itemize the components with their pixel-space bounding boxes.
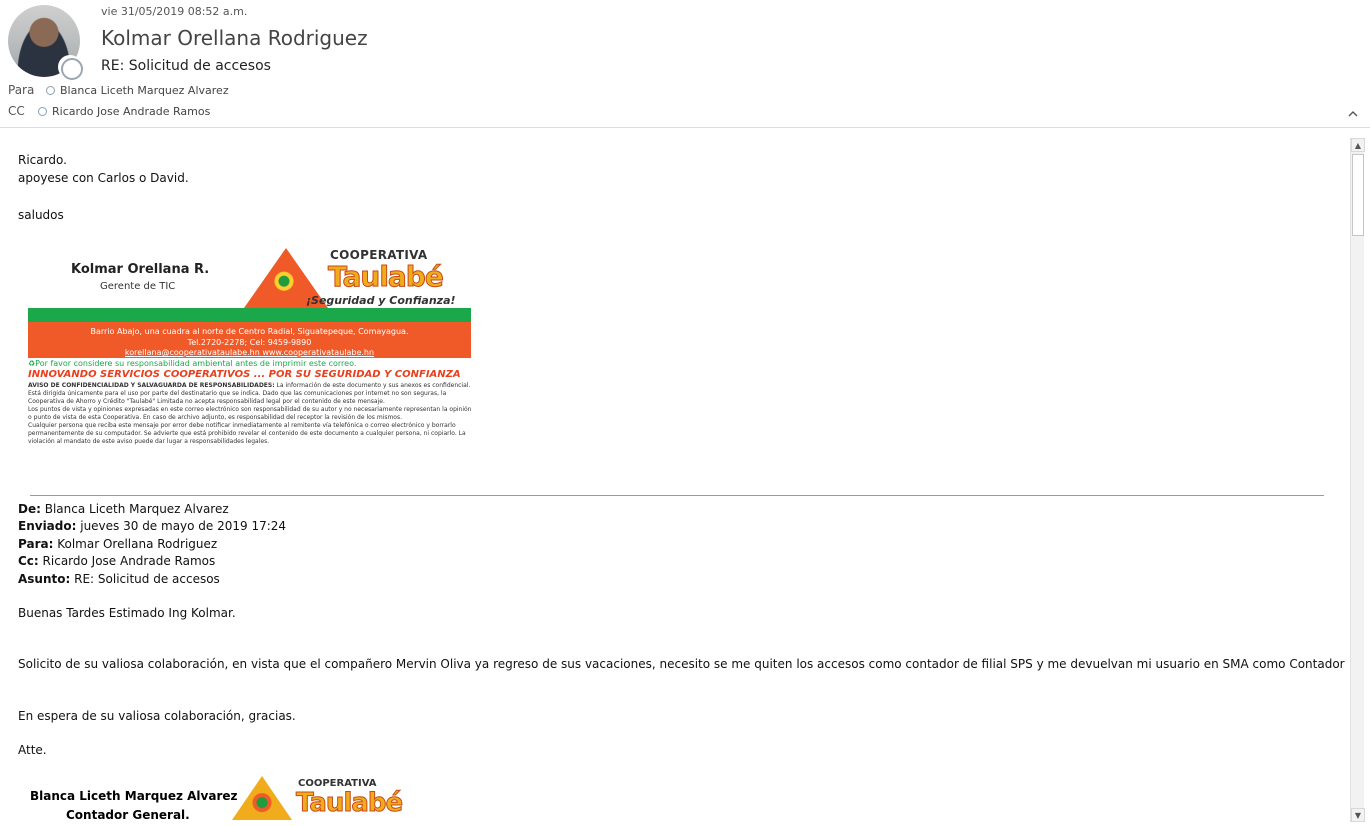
quoted-closing: En espera de su valiosa colaboración, gr… [18,709,296,723]
quoted-sent-label: Enviado: [18,519,77,533]
quoted-cc: Cc: Ricardo Jose Andrade Ramos [18,554,215,568]
cooperative-emblem-icon [250,793,274,817]
quoted-to: Para: Kolmar Orellana Rodriguez [18,537,217,551]
brand-slogan: ¡Seguridad y Confianza! [306,294,456,307]
message-header: vie 31/05/2019 08:52 a.m. Kolmar Orellan… [0,0,1370,128]
quoted-atte: Atte. [18,743,47,757]
signature-role: Gerente de TIC [100,281,176,292]
quoted-from: De: Blanca Liceth Marquez Alvarez [18,502,229,516]
quoted-subject: Asunto: RE: Solicitud de accesos [18,572,220,586]
message-subject: RE: Solicitud de accesos [101,58,271,74]
scroll-down-arrow-icon[interactable]: ▼ [1351,808,1365,822]
legal-notice: AVISO DE CONFIDENCIALIDAD Y SALVAGUARDA … [28,382,472,446]
signature-name: Kolmar Orellana R. [71,262,210,277]
scroll-thumb[interactable] [1352,154,1364,236]
quoted-from-label: De: [18,502,41,516]
vertical-scrollbar[interactable]: ▲ ▼ [1350,138,1365,822]
quoted-subject-value: RE: Solicitud de accesos [74,572,220,586]
quoted-from-value: Blanca Liceth Marquez Alvarez [44,502,229,516]
cc-label: CC [8,104,25,118]
quoted-to-label: Para: [18,537,54,551]
environment-note: ♻Por favor considere su responsabilidad … [28,359,356,368]
body-line: Ricardo. [18,153,67,167]
cc-recipient[interactable]: Ricardo Jose Andrade Ramos [52,105,210,118]
green-band [28,308,471,322]
body-line: saludos [18,208,64,222]
brand-name: Taulabé [328,260,445,294]
quoted-to-value: Kolmar Orellana Rodriguez [57,537,218,551]
quoted-subject-label: Asunto: [18,572,71,586]
orange-band: Barrio Abajo, una cuadra al norte de Cen… [28,322,471,358]
cooperative-emblem-icon [270,270,298,298]
quoted-body: Solicito de su valiosa colaboración, en … [18,657,1346,671]
scroll-up-arrow-icon[interactable]: ▲ [1351,138,1365,152]
signature-phones: Tel.2720-2278; Cel: 9459-9890 [187,338,312,347]
recipient-presence-icon [38,106,47,116]
to-label: Para [8,83,35,97]
message-body: Ricardo. apoyese con Carlos o David. sal… [0,138,1346,826]
collapse-header-chevron-up-icon[interactable] [1346,108,1360,122]
legal-title: AVISO DE CONFIDENCIALIDAD Y SALVAGUARDA … [28,382,275,389]
quoted-cc-value: Ricardo Jose Andrade Ramos [42,554,216,568]
quoted-cc-label: Cc: [18,554,39,568]
cc-row: CC Ricardo Jose Andrade Ramos [8,104,210,118]
quoted-sent: Enviado: jueves 30 de mayo de 2019 17:24 [18,519,286,533]
signature-address: Barrio Abajo, una cuadra al norte de Cen… [90,327,409,336]
signature-card: Kolmar Orellana R. Gerente de TIC COOPER… [28,242,472,474]
quoted-sent-value: jueves 30 de mayo de 2019 17:24 [80,519,287,533]
sender-name[interactable]: Kolmar Orellana Rodriguez [101,26,368,50]
body-line: apoyese con Carlos o David. [18,171,189,185]
to-row: Para Blanca Liceth Marquez Alvarez [8,83,229,97]
legal-paragraph: Los puntos de vista y opiniones expresad… [28,406,472,421]
recipient-presence-icon [46,85,55,95]
environment-note-text: Por favor considere su responsabilidad a… [35,359,357,368]
signature-contact-link[interactable]: korellana@cooperativataulabe.hn www.coop… [28,348,471,357]
quoted-brand-name: Taulabé [295,788,403,819]
quoted-signature-name: Blanca Liceth Marquez Alvarez [30,789,238,803]
quoted-greeting: Buenas Tardes Estimado Ing Kolmar. [18,606,236,620]
quoted-signature-role: Contador General. [66,808,190,822]
presence-status-icon [58,55,83,80]
innovate-slogan: INNOVANDO SERVICIOS COOPERATIVOS ... POR… [28,369,461,380]
legal-paragraph: Cualquier persona que reciba este mensaj… [28,422,466,445]
sent-date: vie 31/05/2019 08:52 a.m. [101,5,248,18]
to-recipient[interactable]: Blanca Liceth Marquez Alvarez [60,84,229,97]
quote-divider [30,495,1324,496]
